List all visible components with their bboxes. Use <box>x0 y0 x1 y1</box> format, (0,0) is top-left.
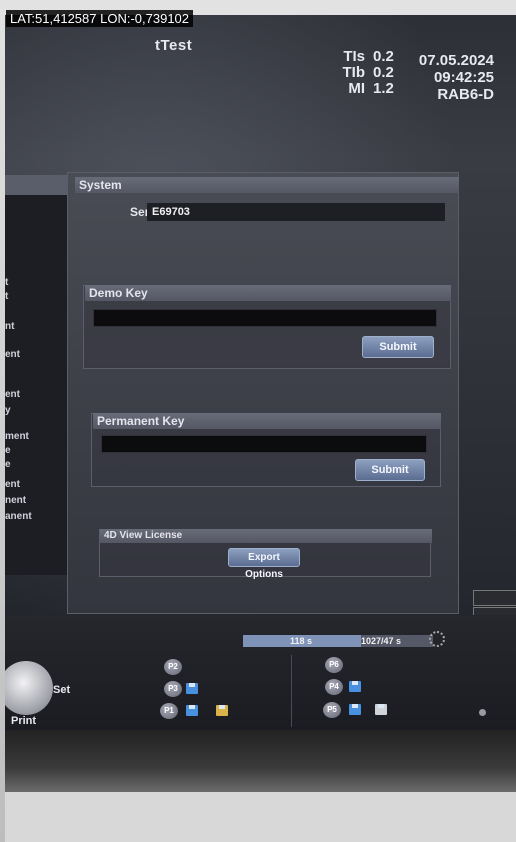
fkey-p4-button[interactable]: P4 <box>325 679 343 695</box>
app-title: tTest <box>155 37 193 54</box>
serial-number-field: E69703 <box>147 203 445 221</box>
left-menu-item[interactable]: y <box>5 405 11 416</box>
floppy-disk-icon <box>186 705 198 716</box>
floppy-disk-icon <box>349 681 361 692</box>
param-value: 0.2 <box>373 48 394 65</box>
probe-text: RAB6-D <box>437 86 494 103</box>
left-menu-item[interactable]: nt <box>5 321 14 332</box>
fkey-p3-button[interactable]: P3 <box>164 681 182 697</box>
desk-surface <box>5 792 516 842</box>
permanent-key-input[interactable] <box>101 435 427 453</box>
left-menu-item[interactable]: anent <box>5 511 32 522</box>
demo-key-heading: Demo Key <box>85 285 451 301</box>
gps-overlay: LAT:51,412587 LON:-0,739102 <box>6 10 194 27</box>
param-key: TIb <box>342 64 366 81</box>
export-options-button[interactable]: Export Options <box>228 548 300 580</box>
left-menu-item[interactable]: ent <box>5 349 20 360</box>
printer-icon <box>216 705 228 716</box>
param-key: TIs <box>343 48 365 65</box>
side-frame <box>473 590 516 606</box>
left-menu-item[interactable]: ent <box>5 389 20 400</box>
view-license-heading: 4D View License <box>100 529 432 543</box>
left-menu-item[interactable]: ent <box>5 479 20 490</box>
print-label: Print <box>11 715 37 727</box>
progress-text-2: 1027/47 s <box>361 636 402 646</box>
printer-icon <box>375 704 387 715</box>
left-menu-item[interactable]: ment <box>5 431 29 442</box>
fkey-p1-button[interactable]: P1 <box>160 703 178 719</box>
datetime-block: 07.05.2024 09:42:25 RAB6-D <box>419 52 494 103</box>
param-row-mi: MI 1.2 <box>335 81 394 97</box>
system-heading: System <box>75 177 459 193</box>
monitor-bezel <box>5 730 516 792</box>
left-menu-item[interactable]: e <box>5 459 11 470</box>
progress-text-1: 118 s <box>290 636 313 646</box>
left-menu-item[interactable]: t <box>5 277 8 288</box>
volume-icon <box>479 709 486 716</box>
demo-key-submit-button[interactable]: Submit <box>362 336 434 358</box>
left-menu-item[interactable]: t <box>5 291 8 302</box>
param-row-tis: TIs 0.2 <box>335 49 394 65</box>
param-row-tib: TIb 0.2 <box>335 65 394 81</box>
date-text: 07.05.2024 <box>418 52 494 69</box>
left-menu-item[interactable]: e <box>5 445 11 456</box>
left-menu-item[interactable]: nent <box>5 495 26 506</box>
demo-key-input[interactable] <box>93 309 437 327</box>
permanent-key-heading: Permanent Key <box>93 413 441 429</box>
param-key: MI <box>348 80 365 97</box>
monitor-screen: tTest TIs 0.2 TIb 0.2 MI 1.2 07.05.2024 09:… <box>5 15 516 730</box>
left-menu-selected-item[interactable] <box>5 175 67 195</box>
fkey-p2-button[interactable]: P2 <box>164 659 182 675</box>
set-label: Set <box>53 684 71 696</box>
cine-progress-bar <box>243 635 433 647</box>
fkey-p6-button[interactable]: P6 <box>325 657 343 673</box>
permanent-key-submit-button[interactable]: Submit <box>355 459 425 481</box>
bottom-divider <box>291 655 292 727</box>
param-value: 1.2 <box>373 80 394 97</box>
time-text: 09:42:25 <box>433 69 494 86</box>
floppy-disk-icon <box>349 704 361 715</box>
param-value: 0.2 <box>373 64 394 81</box>
fkey-p5-button[interactable]: P5 <box>323 702 341 718</box>
settings-gear-icon[interactable] <box>429 631 445 647</box>
floppy-disk-icon <box>186 683 198 694</box>
acoustic-params: TIs 0.2 TIb 0.2 MI 1.2 <box>335 49 394 97</box>
